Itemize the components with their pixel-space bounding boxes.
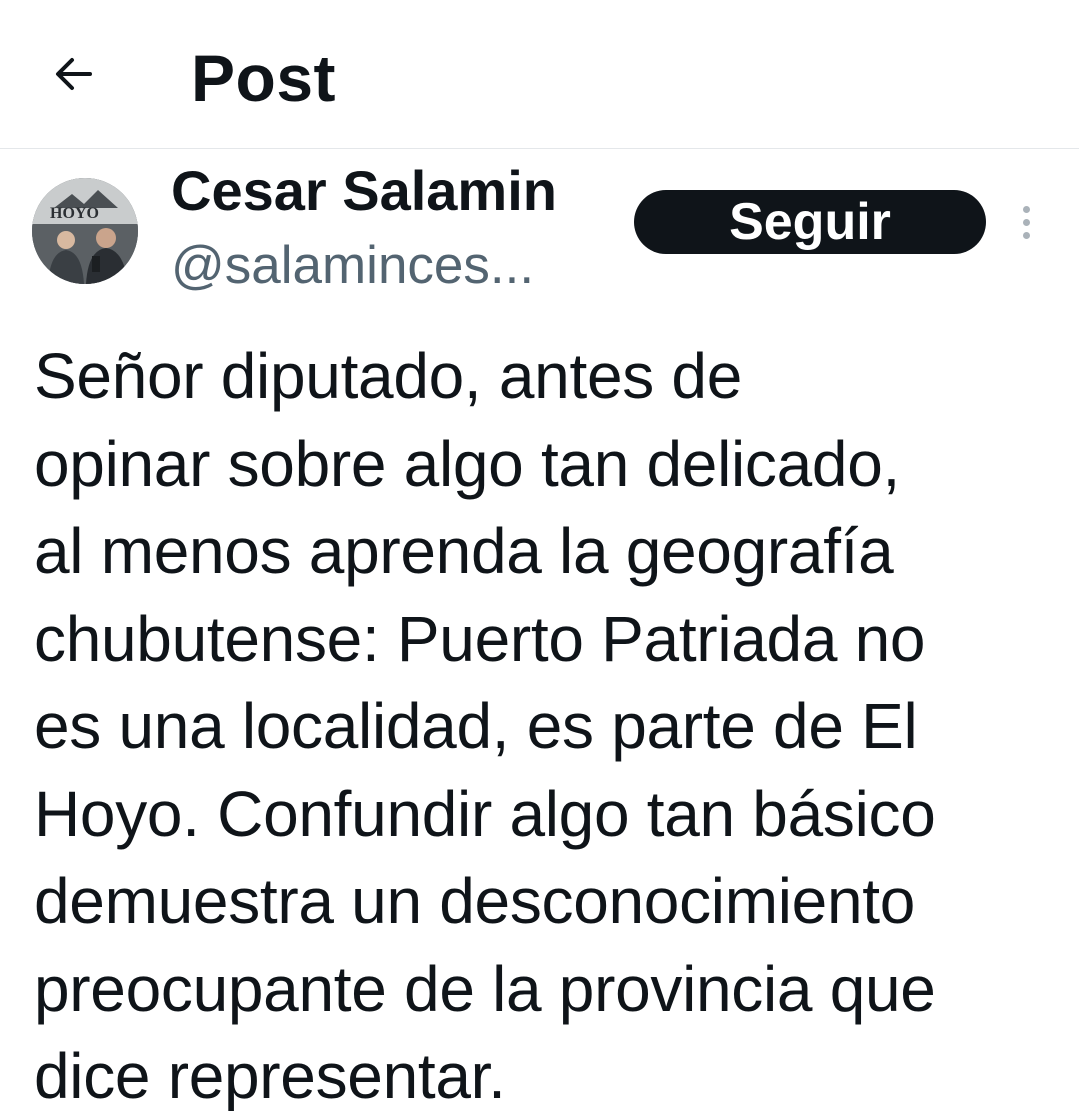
more-vertical-icon (1022, 205, 1030, 213)
post-text: Señor diputado, antes de opinar sobre al… (34, 340, 936, 1111)
follow-button[interactable]: Seguir (634, 190, 986, 254)
back-button[interactable] (44, 44, 104, 104)
more-vertical-icon-dot (1022, 231, 1030, 239)
avatar[interactable]: HOYO (32, 178, 138, 284)
more-vertical-icon-dot (1022, 218, 1030, 226)
author-name[interactable]: Cesar Salamin (171, 158, 557, 224)
author-handle[interactable]: @salaminces... (171, 234, 534, 298)
avatar-photo: HOYO (32, 178, 138, 284)
more-options-button[interactable] (1006, 194, 1046, 250)
svg-text:HOYO: HOYO (50, 205, 99, 222)
arrow-left-icon (56, 58, 92, 90)
page-title: Post (191, 41, 337, 115)
top-bar: Post (0, 0, 1079, 149)
